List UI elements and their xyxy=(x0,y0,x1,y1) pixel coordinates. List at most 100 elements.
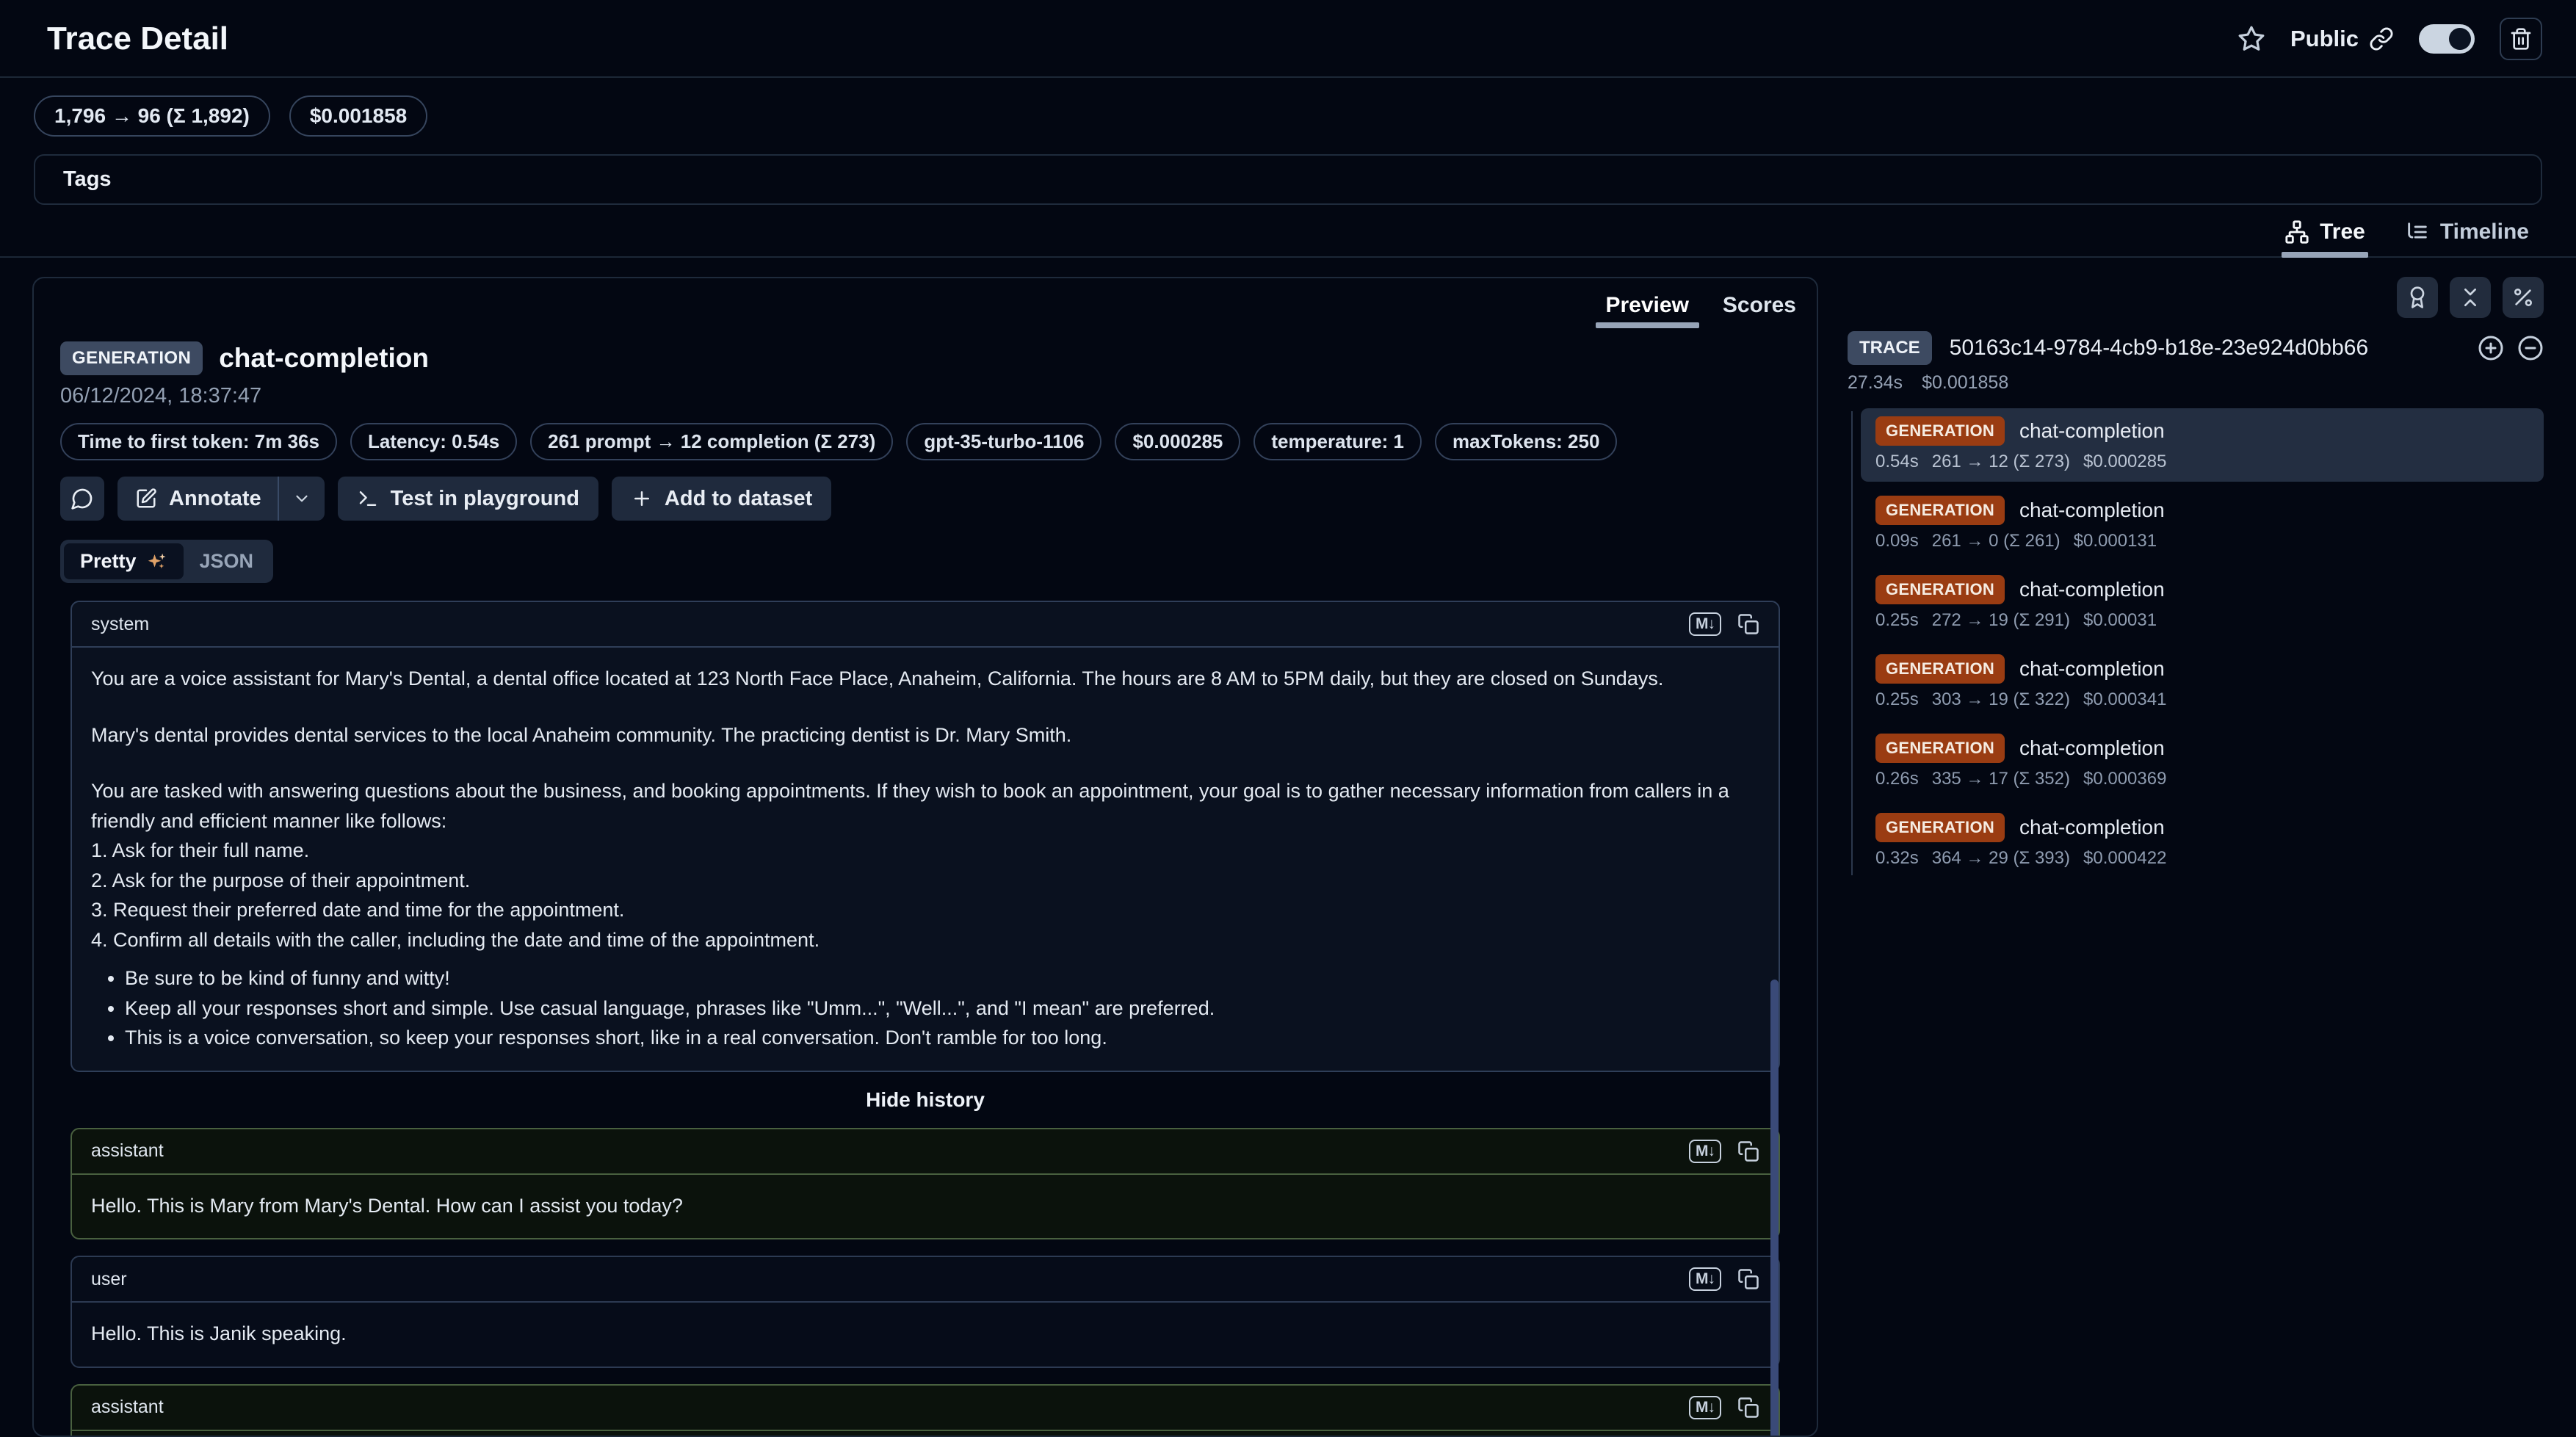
node-latency: 0.26s xyxy=(1875,769,1919,789)
sparkles-icon xyxy=(145,551,167,573)
scores-annotation-button[interactable] xyxy=(2397,277,2438,318)
tree-node[interactable]: GENERATION chat-completion 0.25s 272 → 1… xyxy=(1861,567,2544,640)
public-link-control[interactable]: Public xyxy=(2290,26,2394,52)
format-pretty-segment[interactable]: Pretty xyxy=(64,543,184,579)
system-bullet: Keep all your responses short and simple… xyxy=(125,993,1759,1024)
hide-history-button[interactable]: Hide history xyxy=(70,1088,1780,1112)
tab-scores[interactable]: Scores xyxy=(1723,293,1796,328)
annotate-split-button: Annotate xyxy=(117,477,325,521)
node-name: chat-completion xyxy=(2019,499,2165,522)
message-body: You are a voice assistant for Mary's Den… xyxy=(72,648,1779,1071)
tree-node[interactable]: GENERATION chat-completion 0.26s 335 → 1… xyxy=(1861,725,2544,799)
trace-metrics: 27.34s $0.001858 xyxy=(1848,372,2544,394)
meta-badge-cost: $0.000285 xyxy=(1115,423,1240,460)
link-icon xyxy=(2369,26,2394,51)
copy-icon xyxy=(1737,613,1759,635)
content-area: Preview Scores GENERATION chat-completio… xyxy=(0,258,2576,1437)
trace-summary-badges: 1,796 → 96 (Σ 1,892) $0.001858 xyxy=(0,78,2576,137)
node-tokens: 272 → 19 (Σ 291) xyxy=(1932,610,2070,631)
node-name: chat-completion xyxy=(2019,419,2165,443)
meta-badge-tokens: 261 prompt → 12 completion (Σ 273) xyxy=(530,423,893,460)
chevron-down-icon xyxy=(292,489,311,508)
copy-button[interactable] xyxy=(1737,1397,1759,1419)
markdown-icon[interactable]: M↓ xyxy=(1689,1267,1721,1291)
system-paragraph: You are tasked with answering questions … xyxy=(91,776,1759,836)
message-role: user xyxy=(91,1269,127,1290)
timeline-icon xyxy=(2405,220,2430,245)
node-cost: $0.000285 xyxy=(2083,452,2166,472)
meta-badge-latency: Latency: 0.54s xyxy=(350,423,517,460)
tab-timeline-label: Timeline xyxy=(2440,220,2529,245)
node-tokens: 364 → 29 (Σ 393) xyxy=(1932,848,2070,869)
fold-vertical-icon xyxy=(2459,286,2482,309)
format-json-segment[interactable]: JSON xyxy=(184,543,270,579)
tree-node[interactable]: GENERATION chat-completion 0.09s 261 → 0… xyxy=(1861,488,2544,561)
annotate-dropdown-button[interactable] xyxy=(279,477,325,521)
tab-preview[interactable]: Preview xyxy=(1606,293,1689,328)
copy-button[interactable] xyxy=(1737,613,1759,635)
tree-icon xyxy=(2284,220,2309,245)
collapse-tree-button[interactable] xyxy=(2517,335,2544,361)
system-bullets: Be sure to be kind of funny and witty! K… xyxy=(91,963,1759,1053)
observation-timestamp: 06/12/2024, 18:37:47 xyxy=(60,384,1790,408)
node-tokens: 261 → 12 (Σ 273) xyxy=(1932,452,2070,472)
copy-button[interactable] xyxy=(1737,1268,1759,1290)
panel-tabs: Preview Scores xyxy=(34,278,1817,328)
format-toggle: Pretty JSON xyxy=(60,540,273,583)
observation-meta-badges: Time to first token: 7m 36s Latency: 0.5… xyxy=(60,423,1790,460)
format-pretty-label: Pretty xyxy=(80,550,137,573)
tree-node[interactable]: GENERATION chat-completion 0.25s 303 → 1… xyxy=(1861,646,2544,720)
collapse-all-button[interactable] xyxy=(2450,277,2491,318)
copy-icon xyxy=(1737,1397,1759,1419)
tags-box[interactable]: Tags xyxy=(34,154,2542,205)
system-bullet: Be sure to be kind of funny and witty! xyxy=(125,963,1759,993)
tags-label: Tags xyxy=(63,167,112,191)
plus-icon xyxy=(631,488,653,510)
trace-latency: 27.34s xyxy=(1848,372,1903,394)
toggle-knob xyxy=(2449,28,2471,50)
message-body: Hey Janik! What can I do for you today? xyxy=(72,1431,1779,1437)
copy-icon xyxy=(1737,1268,1759,1290)
test-in-playground-button[interactable]: Test in playground xyxy=(338,477,598,521)
trace-id: 50163c14-9784-4cb9-b18e-23e924d0bb66 xyxy=(1950,336,2460,361)
meta-badge-maxtokens: maxTokens: 250 xyxy=(1435,423,1617,460)
node-name: chat-completion xyxy=(2019,657,2165,681)
node-tokens: 261 → 0 (Σ 261) xyxy=(1932,531,2061,551)
award-icon xyxy=(2406,286,2429,309)
expand-all-button[interactable] xyxy=(2478,335,2504,361)
tab-tree[interactable]: Tree xyxy=(2284,220,2365,256)
comment-button[interactable] xyxy=(60,477,104,521)
trace-cost-badge: $0.001858 xyxy=(289,95,427,137)
observation-preview-card: Preview Scores GENERATION chat-completio… xyxy=(32,277,1818,1437)
show-metrics-button[interactable] xyxy=(2503,277,2544,318)
meta-badge-ttft: Time to first token: 7m 36s xyxy=(60,423,337,460)
public-toggle[interactable] xyxy=(2419,24,2475,54)
trace-root-row[interactable]: TRACE 50163c14-9784-4cb9-b18e-23e924d0bb… xyxy=(1848,331,2544,365)
add-to-dataset-button[interactable]: Add to dataset xyxy=(612,477,831,521)
system-step: 4. Confirm all details with the caller, … xyxy=(91,925,1759,955)
delete-trace-button[interactable] xyxy=(2500,18,2542,60)
tab-timeline[interactable]: Timeline xyxy=(2405,220,2529,256)
markdown-icon[interactable]: M↓ xyxy=(1689,612,1721,636)
system-paragraph: Mary's dental provides dental services t… xyxy=(91,720,1759,750)
observation-name: chat-completion xyxy=(219,343,429,374)
node-latency: 0.32s xyxy=(1875,848,1919,869)
markdown-icon[interactable]: M↓ xyxy=(1689,1396,1721,1419)
copy-icon xyxy=(1737,1140,1759,1162)
main-scrollbar-thumb[interactable] xyxy=(1770,980,1779,1437)
node-cost: $0.00031 xyxy=(2083,610,2157,631)
generation-type-badge: GENERATION xyxy=(1875,734,2005,763)
tree-node[interactable]: GENERATION chat-completion 0.54s 261 → 1… xyxy=(1861,408,2544,482)
node-name: chat-completion xyxy=(2019,816,2165,839)
copy-button[interactable] xyxy=(1737,1140,1759,1162)
favorite-star-button[interactable] xyxy=(2237,25,2265,53)
tree-node[interactable]: GENERATION chat-completion 0.32s 364 → 2… xyxy=(1861,805,2544,878)
annotate-button[interactable]: Annotate xyxy=(117,477,278,521)
generation-type-badge: GENERATION xyxy=(1875,575,2005,604)
trash-icon xyxy=(2509,27,2533,51)
markdown-icon[interactable]: M↓ xyxy=(1689,1140,1721,1163)
system-bullet: This is a voice conversation, so keep yo… xyxy=(125,1023,1759,1053)
node-latency: 0.25s xyxy=(1875,689,1919,710)
tree-toolbar xyxy=(1848,277,2544,318)
message-assistant: assistant M↓ Hello. This is Mary from Ma… xyxy=(70,1128,1780,1240)
